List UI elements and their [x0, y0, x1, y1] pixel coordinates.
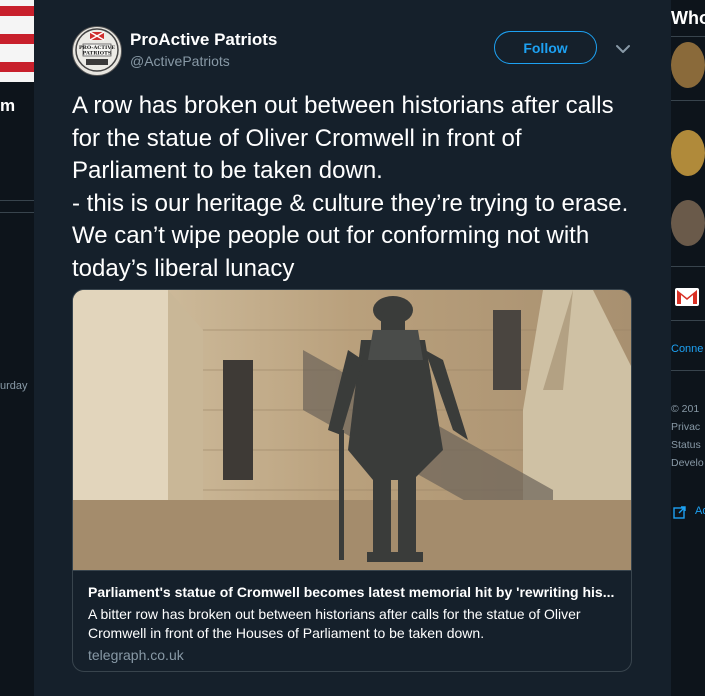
link-card-title[interactable]: Parliament's statue of Cromwell becomes …: [88, 584, 623, 600]
divider: [671, 320, 705, 321]
link-card-description: A bitter row has broken out between hist…: [88, 606, 581, 641]
follow-button[interactable]: Follow: [494, 31, 597, 64]
avatar[interactable]: PRO-ACTIVE PATRIOTS: [72, 26, 122, 76]
tweet-text: A row has broken out between historians …: [72, 92, 629, 282]
svg-text:PATRIOTS: PATRIOTS: [83, 51, 112, 57]
divider: [671, 36, 705, 37]
flag-banner-image: [0, 0, 34, 82]
connect-link-fragment[interactable]: Conne: [671, 343, 703, 355]
divider: [671, 100, 705, 101]
suggested-account-avatar[interactable]: [671, 200, 705, 246]
footer-copyright-fragment: © 201: [671, 403, 700, 415]
footer-status-link-fragment[interactable]: Status: [671, 439, 701, 451]
divider: [0, 200, 34, 201]
link-card-image[interactable]: [73, 290, 631, 570]
profile-name-fragment: m: [0, 96, 16, 115]
external-link-icon[interactable]: [673, 505, 687, 519]
divider: [671, 370, 705, 371]
suggested-account-avatar[interactable]: [671, 130, 705, 176]
footer-privacy-link-fragment[interactable]: Privac: [671, 421, 700, 433]
timestamp-fragment: urday: [0, 380, 28, 392]
suggested-account-avatar[interactable]: [671, 42, 705, 88]
link-card-body[interactable]: Parliament's statue of Cromwell becomes …: [73, 570, 631, 671]
background-left-column: m urday: [0, 0, 34, 696]
author-name[interactable]: ProActive Patriots: [130, 30, 277, 50]
footer-developers-link-fragment[interactable]: Develo: [671, 457, 704, 469]
tweet-modal: PRO-ACTIVE PATRIOTS ProActive Patriots @…: [34, 0, 671, 696]
background-right-column: Who Conne © 201 Privac Status Develo Ad: [671, 0, 705, 696]
link-card[interactable]: Parliament's statue of Cromwell becomes …: [72, 289, 632, 672]
divider: [0, 212, 34, 213]
ads-info-link-fragment[interactable]: Ad: [695, 505, 705, 517]
author-handle[interactable]: @ActivePatriots: [130, 53, 230, 69]
chevron-down-icon[interactable]: [614, 40, 632, 58]
gmail-icon[interactable]: [675, 288, 699, 306]
link-card-domain: telegraph.co.uk: [88, 647, 184, 663]
avatar-seal-logo: PRO-ACTIVE PATRIOTS: [74, 27, 120, 75]
divider: [671, 266, 705, 267]
who-to-follow-heading-fragment: Who: [671, 8, 705, 28]
